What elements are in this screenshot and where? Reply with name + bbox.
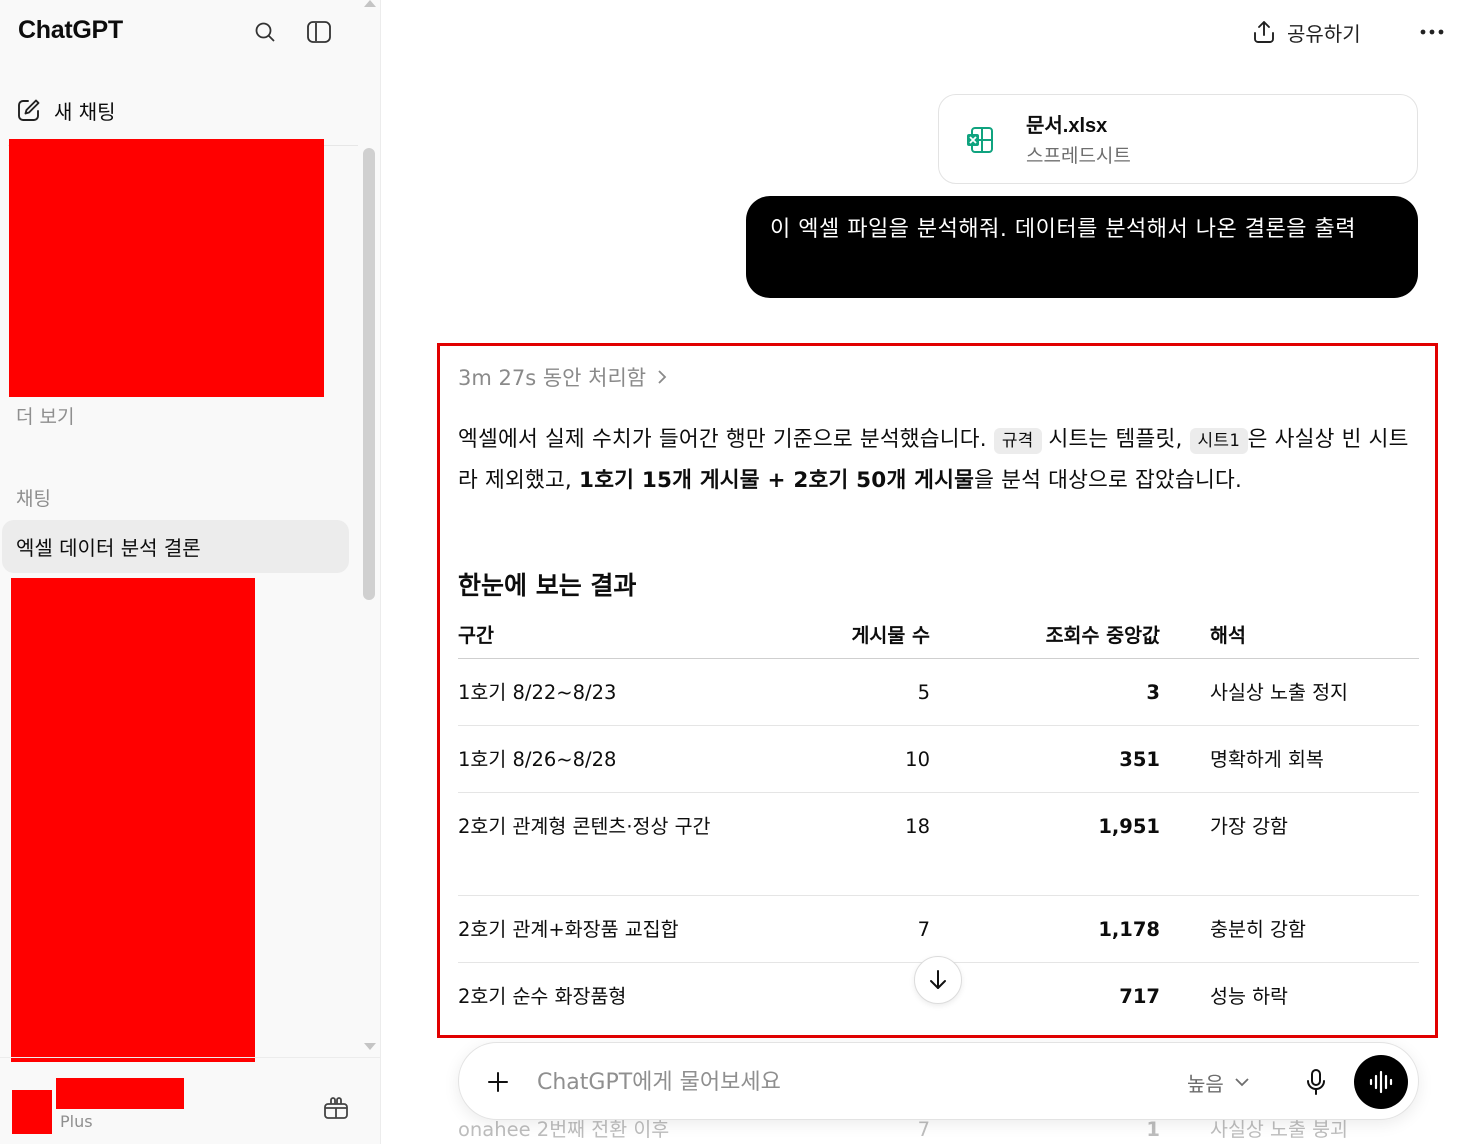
attach-button[interactable] [481, 1065, 515, 1099]
sidebar-scrollbar[interactable] [363, 148, 375, 600]
chats-section-label: 채팅 [16, 488, 51, 510]
scroll-down-arrow[interactable] [364, 1043, 376, 1050]
user-message: 이 엑셀 파일을 분석해줘. 데이터를 분석해서 나온 결론을 출력 [746, 196, 1418, 298]
gift-icon [324, 1097, 348, 1119]
prompt-input[interactable] [537, 1065, 1137, 1099]
scroll-to-bottom-button[interactable] [914, 956, 962, 1004]
attachment-file-name: 문서.xlsx [1026, 115, 1108, 137]
app-window: ChatGPT 새 채팅 더 보기 채팅 엑셀 데이터 분석 결론 Plus 공… [0, 0, 1461, 1144]
more-dots-icon [1420, 29, 1444, 35]
sidebar-toggle-icon [307, 21, 331, 43]
search-icon [255, 22, 275, 42]
avatar[interactable] [12, 1090, 52, 1134]
share-button[interactable]: 공유하기 [1251, 16, 1361, 48]
reasoning-level-label: 높음 [1187, 1071, 1224, 1096]
chevron-down-icon [1235, 1078, 1249, 1087]
composer: 높음 [458, 1042, 1419, 1120]
chat-item-label: 엑셀 데이터 분석 결론 [16, 536, 201, 560]
edit-icon [18, 99, 40, 121]
sidebar: ChatGPT 새 채팅 더 보기 채팅 엑셀 데이터 분석 결론 Plus [0, 0, 381, 1144]
chat-item-active[interactable]: 엑셀 데이터 분석 결론 [2, 520, 349, 573]
voice-waveform-icon [1369, 1070, 1393, 1094]
new-chat-label: 새 채팅 [54, 99, 116, 124]
voice-mode-button[interactable] [1354, 1055, 1408, 1109]
new-chat-button[interactable]: 새 채팅 [16, 92, 116, 128]
more-options-button[interactable] [1416, 16, 1448, 48]
sidebar-footer-divider [0, 1057, 380, 1058]
arrow-down-icon [930, 970, 946, 989]
highlight-annotation [437, 343, 1438, 1038]
gift-button[interactable] [322, 1094, 350, 1122]
scroll-up-arrow[interactable] [364, 0, 376, 7]
plan-label: Plus [60, 1112, 93, 1131]
spreadsheet-icon [965, 125, 995, 159]
attachment-card[interactable]: 문서.xlsx 스프레드시트 [938, 94, 1418, 184]
share-icon [1254, 21, 1274, 43]
main-panel: 공유하기 문서.xlsx 스프레드시트 이 엑셀 파일을 분석해줘. 데이터를 … [381, 0, 1461, 1144]
microphone-icon [1307, 1069, 1325, 1095]
dictation-button[interactable] [1299, 1065, 1333, 1099]
redacted-chat-list [9, 139, 324, 397]
redacted-chat-list-2 [11, 578, 255, 1062]
attachment-file-type: 스프레드시트 [1026, 145, 1131, 167]
more-link[interactable]: 더 보기 [16, 402, 74, 429]
sidebar-toggle-button[interactable] [303, 16, 335, 48]
brand-logo[interactable]: ChatGPT [18, 16, 123, 45]
redacted-username [56, 1078, 184, 1109]
plus-icon [488, 1072, 508, 1092]
reasoning-level-select[interactable]: 높음 [1187, 1065, 1250, 1099]
share-label: 공유하기 [1287, 21, 1361, 46]
search-button[interactable] [249, 16, 281, 48]
